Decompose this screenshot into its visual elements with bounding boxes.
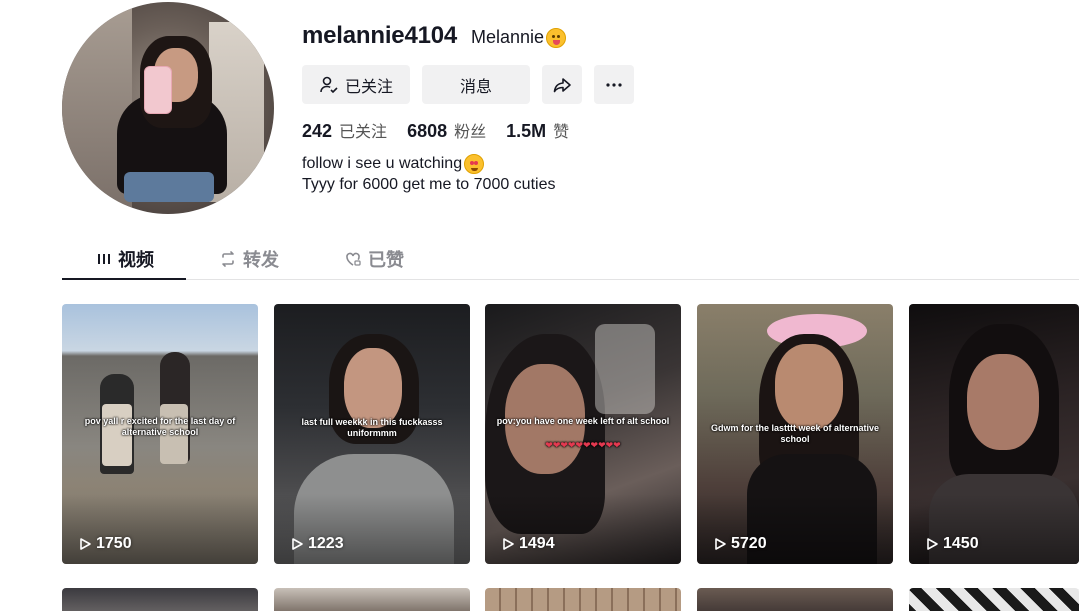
following-label[interactable]: 已关注 <box>339 118 387 142</box>
tab-reposts[interactable]: 转发 <box>219 246 279 272</box>
play-icon <box>927 538 938 550</box>
tab-liked[interactable]: 已赞 <box>344 246 404 272</box>
tab-videos-label: 视频 <box>118 250 154 270</box>
grid-icon <box>98 254 110 264</box>
more-icon <box>606 82 622 87</box>
video-views: 5720 <box>713 535 767 553</box>
username: melannie4104 <box>302 22 458 49</box>
play-icon <box>80 538 91 550</box>
avatar-figure-shorts <box>124 172 214 202</box>
nickname-text: Melannie <box>471 27 545 47</box>
profile-stats: 242 已关注 6808 粉丝 1.5M 赞 <box>302 118 589 142</box>
video-views: 1494 <box>501 535 555 553</box>
video-view-count: 1750 <box>96 535 132 552</box>
video-card[interactable]: pov:you have one week left of alt school… <box>485 304 681 564</box>
followers-count[interactable]: 6808 <box>407 121 447 142</box>
followers-label[interactable]: 粉丝 <box>454 118 486 142</box>
video-card[interactable]: pov yall r excited for the last day of a… <box>62 304 258 564</box>
following-button[interactable]: 已关注 <box>302 65 410 104</box>
message-button[interactable]: 消息 <box>422 65 530 104</box>
bio-line-1-text: follow i see u watching <box>302 155 463 172</box>
heart-lock-icon <box>346 252 361 266</box>
likes-label: 赞 <box>553 124 570 141</box>
heart-emoji-row-icon: ❤❤❤❤❤❤❤❤❤❤ <box>545 440 621 450</box>
nickname: Melannie <box>471 27 567 48</box>
play-icon <box>715 538 726 550</box>
user-check-icon <box>320 76 338 93</box>
video-view-count: 1223 <box>308 535 344 552</box>
video-caption: Gdwm for the lastttt week of alternative… <box>710 423 880 444</box>
video-view-count: 5720 <box>731 535 767 552</box>
video-views: 1450 <box>925 535 979 553</box>
likes-count: 1.5M <box>506 121 547 141</box>
play-icon <box>503 538 514 550</box>
video-card[interactable] <box>485 588 681 611</box>
share-button[interactable] <box>542 65 582 104</box>
video-card[interactable] <box>274 588 470 611</box>
video-card[interactable]: Gdwm for the lastttt week of alternative… <box>697 304 893 564</box>
repost-icon <box>222 251 234 267</box>
share-icon <box>553 77 571 92</box>
tab-liked-label: 已赞 <box>368 250 404 270</box>
tab-reposts-label: 转发 <box>243 250 279 270</box>
video-views: 1223 <box>290 535 344 553</box>
more-options-button[interactable] <box>594 65 634 104</box>
profile-avatar[interactable] <box>62 2 274 214</box>
tab-videos[interactable]: 视频 <box>96 246 154 272</box>
active-tab-indicator <box>62 278 186 280</box>
profile-tabs: 视频 转发 已赞 <box>62 238 1079 280</box>
video-card[interactable] <box>62 588 258 611</box>
play-icon <box>292 538 303 550</box>
video-caption: pov:you have one week left of alt school <box>496 416 670 426</box>
following-button-label: 已关注 <box>344 78 393 96</box>
bio-line-1: follow i see u watching <box>302 153 555 174</box>
tongue-emoji-icon <box>546 27 567 48</box>
video-caption: pov yall r excited for the last day of a… <box>84 416 236 437</box>
bio-line-2: Tyyy for 6000 get me to 7000 cuties <box>302 176 556 193</box>
video-view-count: 1450 <box>943 535 979 552</box>
avatar-phone <box>144 66 172 114</box>
video-card[interactable] <box>909 588 1079 611</box>
heart-eyes-emoji-icon <box>464 153 485 174</box>
video-views: 1750 <box>78 535 132 553</box>
message-button-label: 消息 <box>459 78 492 96</box>
video-card[interactable] <box>697 588 893 611</box>
following-count[interactable]: 242 <box>302 121 332 142</box>
video-card[interactable]: last full weekkk in this fuckkasss unifo… <box>274 304 470 564</box>
video-card[interactable]: 1450 <box>909 304 1079 564</box>
profile-bio: follow i see u watching Tyyy for 6000 ge… <box>302 153 555 195</box>
video-view-count: 1494 <box>519 535 555 552</box>
video-caption: last full weekkk in this fuckkasss unifo… <box>301 417 443 438</box>
